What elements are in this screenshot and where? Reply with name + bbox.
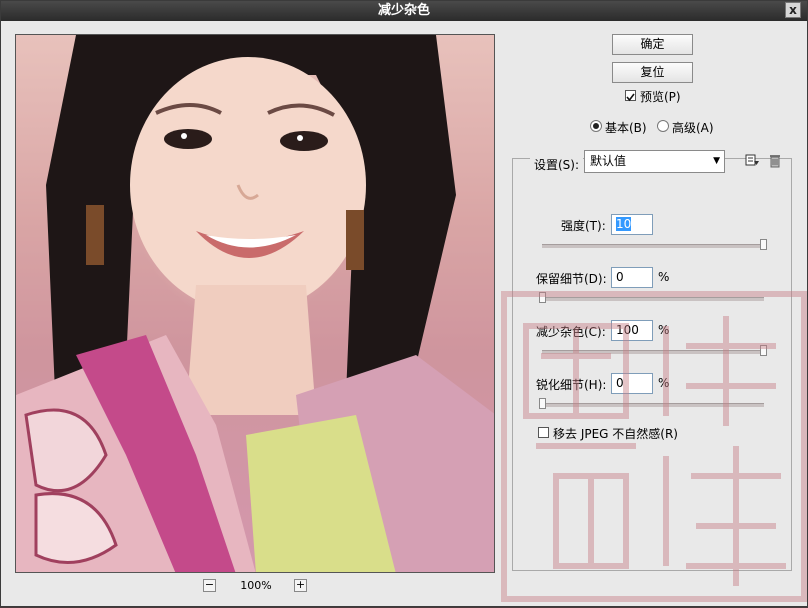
save-preset-icon[interactable]	[744, 152, 760, 168]
preserve-details-input[interactable]: 0	[611, 267, 653, 288]
zoom-out-button[interactable]: −	[203, 579, 216, 592]
dialog-title: 减少杂色	[377, 3, 430, 18]
preserve-details-slider-track[interactable]	[542, 297, 764, 301]
reduce-color-noise-slider-thumb[interactable]	[760, 345, 767, 356]
close-icon: x	[789, 3, 797, 17]
preview-image[interactable]	[15, 34, 495, 573]
settings-select-value: 默认值	[590, 154, 627, 168]
sharpen-details-unit: %	[658, 376, 670, 390]
preserve-details-label: 保留细节(D):	[536, 272, 607, 286]
reduce-color-noise-value: 100	[616, 323, 639, 337]
reduce-color-noise-unit: %	[658, 323, 670, 337]
strength-slider-thumb[interactable]	[760, 239, 767, 250]
mode-basic-label: 基本(B)	[605, 121, 647, 135]
minus-icon: −	[204, 578, 215, 591]
strength-value: 10	[616, 217, 632, 231]
mode-advanced-label: 高级(A)	[672, 121, 714, 135]
close-button[interactable]: x	[785, 2, 801, 18]
reduce-color-noise-label: 减少杂色(C):	[536, 325, 606, 339]
sharpen-details-slider-thumb[interactable]	[539, 398, 546, 409]
zoom-level: 100%	[240, 579, 272, 592]
title-bar: 减少杂色 x	[1, 1, 807, 21]
preserve-details-value: 0	[616, 270, 624, 284]
preserve-details-unit: %	[658, 270, 670, 284]
strength-input[interactable]: 10	[611, 214, 653, 235]
remove-jpeg-artifact-checkbox[interactable]	[538, 427, 549, 438]
settings-select[interactable]: 默认值 ▼	[584, 150, 725, 173]
sharpen-details-input[interactable]: 0	[611, 373, 653, 394]
sharpen-details-slider-track[interactable]	[542, 403, 764, 407]
zoom-controls: − 100% +	[201, 578, 311, 594]
preview-checkbox[interactable]	[625, 90, 636, 102]
plus-icon: +	[295, 578, 306, 591]
reset-button[interactable]: 复位	[612, 62, 693, 83]
strength-slider-track[interactable]	[542, 244, 764, 248]
trash-icon[interactable]	[767, 152, 783, 168]
sharpen-details-label: 锐化细节(H):	[536, 378, 607, 392]
strength-label: 强度(T):	[561, 219, 606, 233]
settings-label: 设置(S):	[530, 156, 584, 173]
preserve-details-slider-thumb[interactable]	[539, 292, 546, 303]
reduce-color-noise-input[interactable]: 100	[611, 320, 653, 341]
reduce-color-noise-slider-track[interactable]	[542, 350, 764, 354]
reduce-noise-dialog: 减少杂色 x − 100% + 确定 复位 预览(P) 基本(B) 高级(A) …	[0, 0, 808, 607]
mode-advanced-radio[interactable]	[657, 120, 669, 132]
portrait-illustration	[16, 35, 494, 572]
mode-basic-radio[interactable]	[590, 120, 602, 132]
preview-label: 预览(P)	[640, 90, 681, 104]
sharpen-details-value: 0	[616, 376, 624, 390]
checkmark-icon	[626, 93, 635, 102]
zoom-in-button[interactable]: +	[294, 579, 307, 592]
chevron-down-icon: ▼	[713, 156, 720, 166]
ok-button[interactable]: 确定	[612, 34, 693, 55]
remove-jpeg-artifact-label: 移去 JPEG 不自然感(R)	[553, 427, 678, 441]
